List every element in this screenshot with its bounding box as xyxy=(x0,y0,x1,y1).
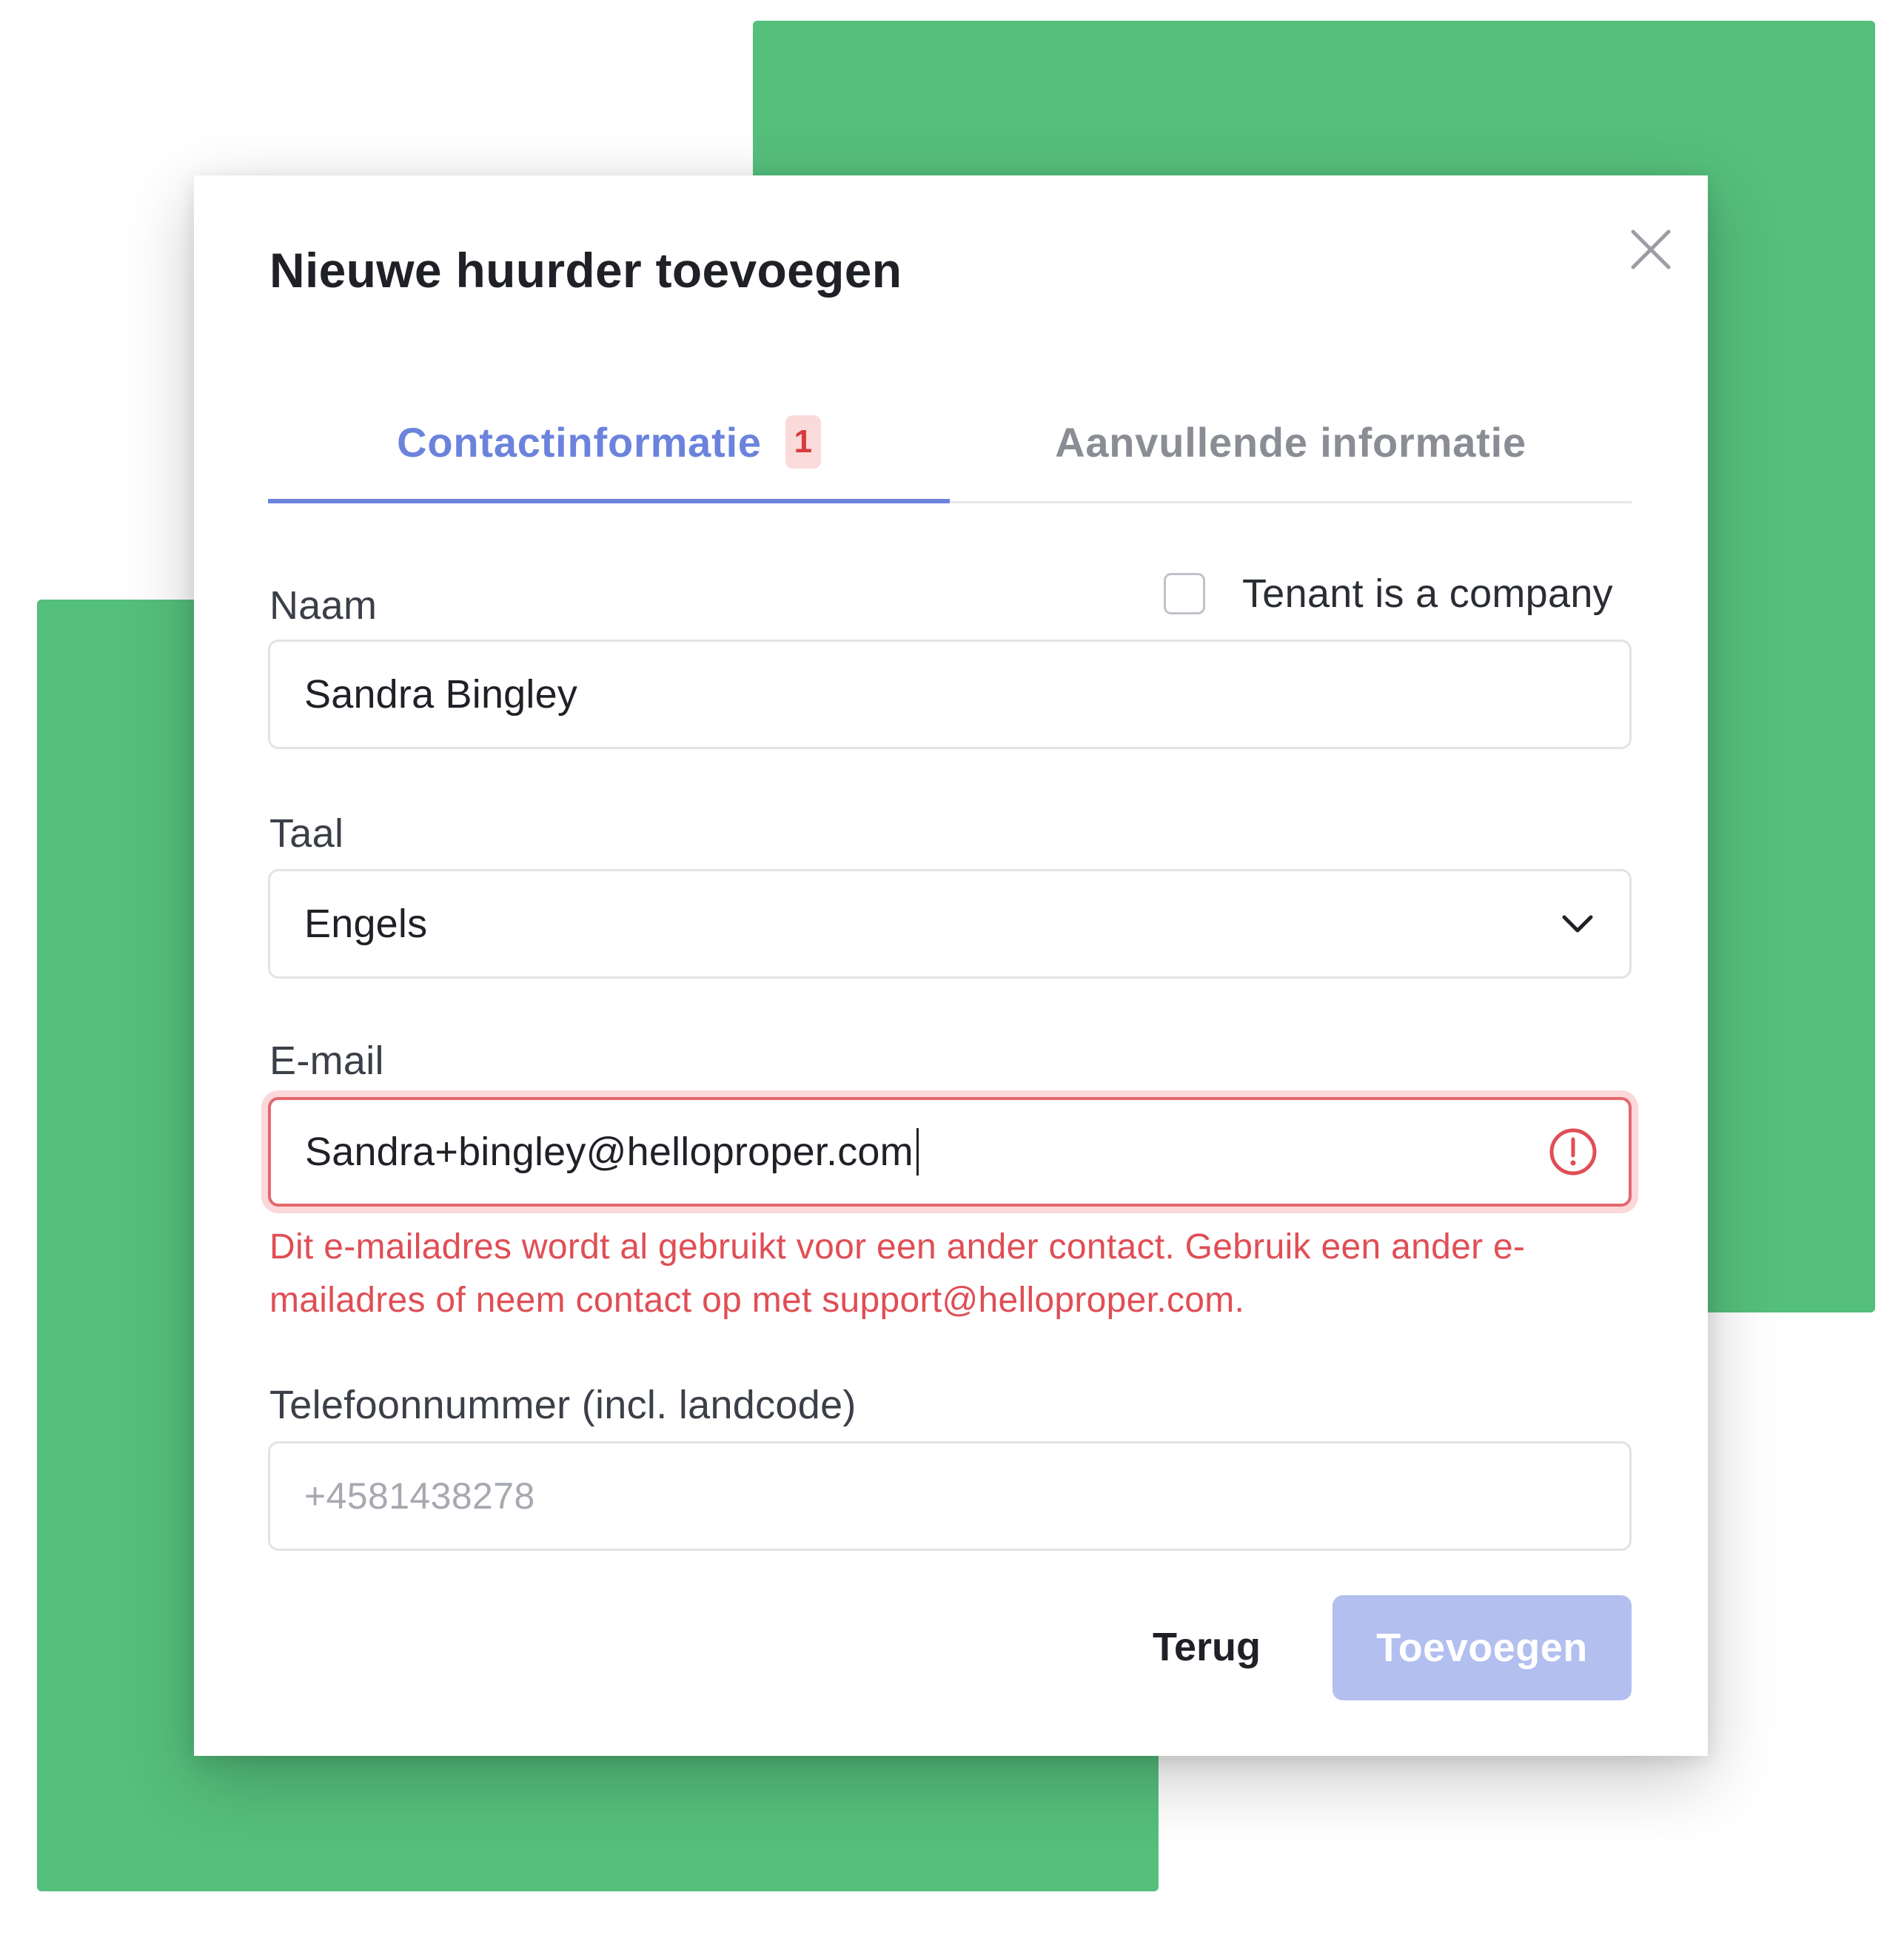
tab-aanvullende-informatie[interactable]: Aanvullende informatie xyxy=(950,383,1632,501)
add-tenant-modal: Nieuwe huurder toevoegen Contactinformat… xyxy=(194,175,1708,1756)
add-button[interactable]: Toevoegen xyxy=(1333,1595,1632,1700)
tab-contactinformatie[interactable]: Contactinformatie 1 xyxy=(268,383,950,503)
tab-label: Contactinformatie xyxy=(397,418,762,466)
tab-label: Aanvullende informatie xyxy=(1055,418,1526,466)
back-button[interactable]: Terug xyxy=(1110,1595,1303,1699)
email-label: E-mail xyxy=(269,1039,384,1083)
language-label: Taal xyxy=(269,811,344,856)
close-button[interactable] xyxy=(1615,214,1686,285)
chevron-down-icon xyxy=(1555,902,1600,946)
phone-input-placeholder: +4581438278 xyxy=(304,1475,535,1517)
name-label: Naam xyxy=(269,583,378,628)
company-checkbox[interactable] xyxy=(1164,573,1205,614)
phone-input[interactable]: +4581438278 xyxy=(268,1441,1632,1551)
language-select[interactable]: Engels xyxy=(268,869,1632,979)
company-checkbox-label: Tenant is a company xyxy=(1242,571,1613,616)
tab-bar: Contactinformatie 1 Aanvullende informat… xyxy=(268,383,1632,503)
modal-title: Nieuwe huurder toevoegen xyxy=(269,243,902,298)
email-error-message: Dit e-mailadres wordt al gebruikt voor e… xyxy=(269,1227,1526,1320)
name-input-value: Sandra Bingley xyxy=(304,672,578,717)
text-caret xyxy=(916,1128,919,1176)
email-input[interactable]: Sandra+bingley@helloproper.com xyxy=(268,1097,1632,1207)
error-circle-icon xyxy=(1547,1126,1599,1178)
email-input-value: Sandra+bingley@helloproper.com xyxy=(305,1130,914,1174)
language-select-value: Engels xyxy=(304,902,428,946)
close-icon xyxy=(1631,229,1671,269)
company-checkbox-row[interactable]: Tenant is a company xyxy=(1164,568,1613,620)
phone-label: Telefoonnummer (incl. landcode) xyxy=(269,1383,857,1427)
tab-error-count-badge: 1 xyxy=(785,415,821,469)
name-input[interactable]: Sandra Bingley xyxy=(268,640,1632,749)
